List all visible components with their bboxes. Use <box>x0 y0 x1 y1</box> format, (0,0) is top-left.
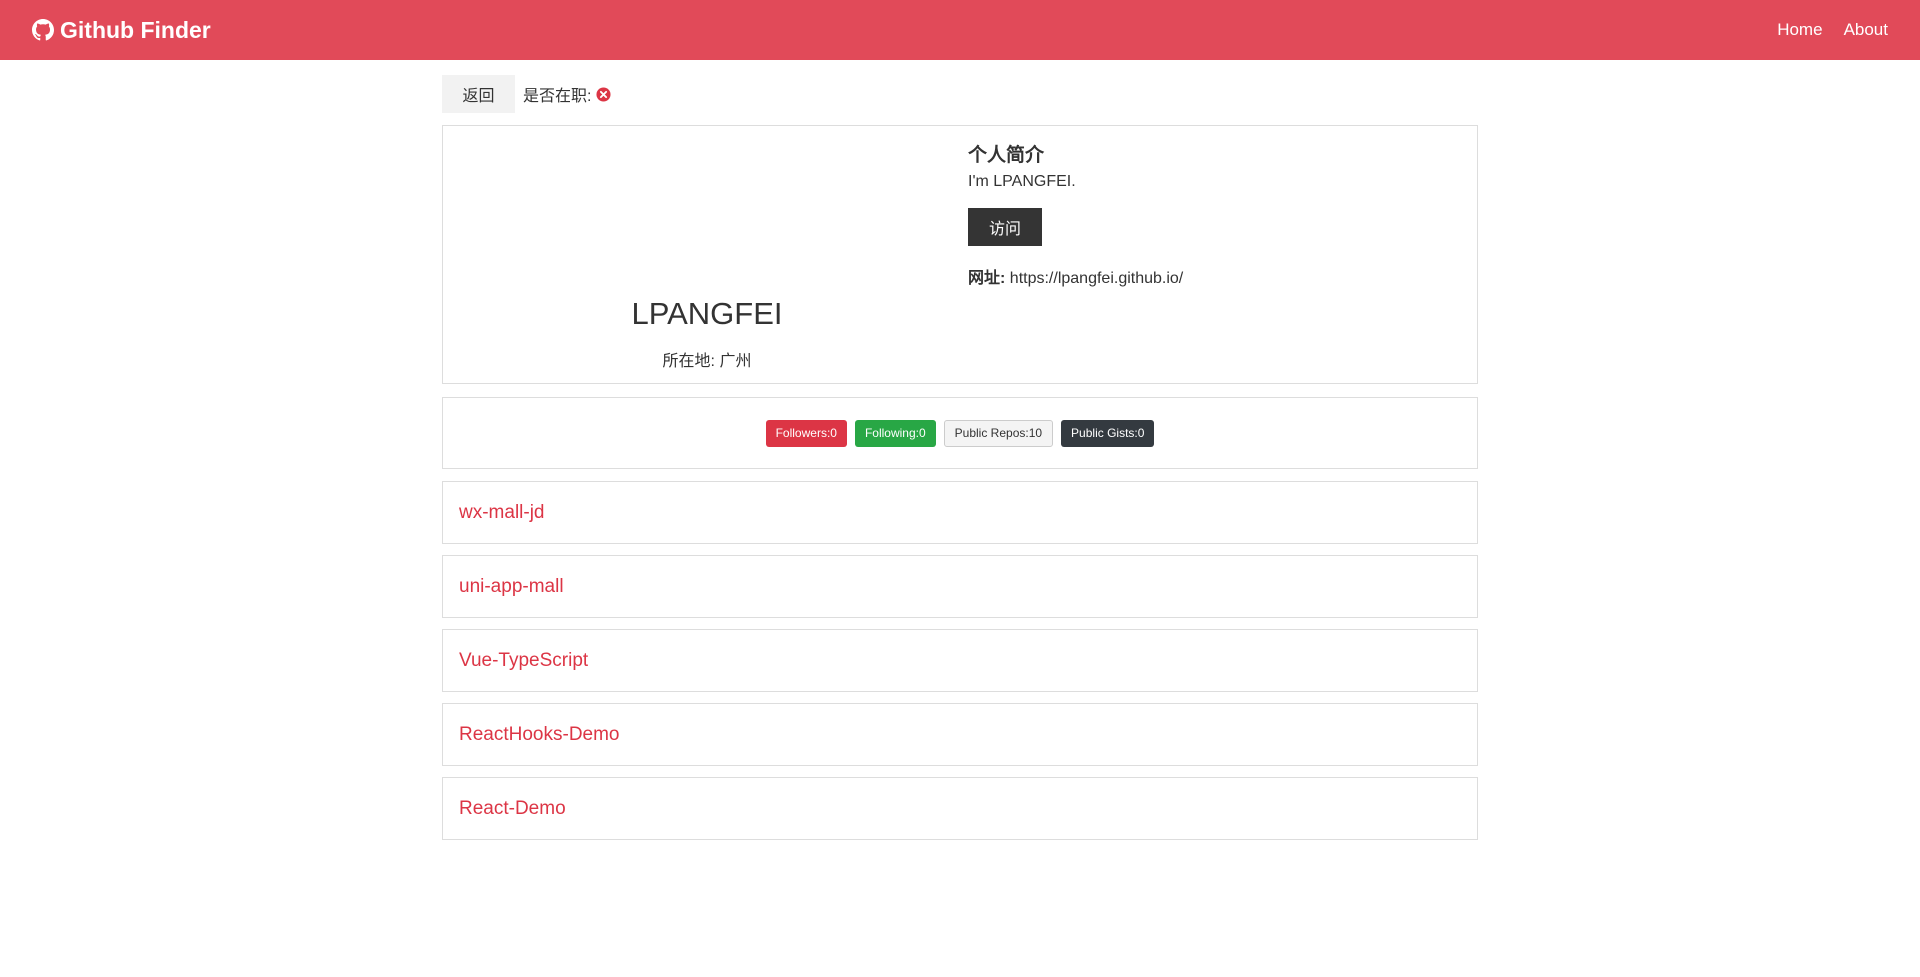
public-gists-badge: Public Gists:0 <box>1061 419 1155 447</box>
avatar <box>657 142 757 242</box>
nav-about-link[interactable]: About <box>1844 20 1888 40</box>
bio-title: 个人简介 <box>968 145 1045 166</box>
nav-home-link[interactable]: Home <box>1777 20 1822 40</box>
website-link[interactable]: https://lpangfei.github.io/ <box>1010 270 1183 287</box>
following-badge: Following:0 <box>854 419 936 447</box>
website-row: 网址: https://lpangfei.github.io/ <box>968 264 1183 288</box>
info-column: 个人简介 I'm LPANGFEI. 访问 网址: https://lpangf… <box>968 144 1183 288</box>
repo-card: uni-app-mall <box>442 555 1478 618</box>
repo-link[interactable]: Vue-TypeScript <box>459 650 588 672</box>
followers-badge: Followers:0 <box>765 419 847 447</box>
navbar: Github Finder Home About <box>0 0 1920 60</box>
website-label: 网址: <box>968 270 1006 287</box>
repo-link[interactable]: ReactHooks-Demo <box>459 724 620 746</box>
topbar: 返回 是否在职: <box>442 75 611 113</box>
hireable-label: 是否在职: <box>523 88 592 105</box>
github-icon <box>32 19 54 41</box>
brand-title: Github Finder <box>60 16 211 43</box>
nav-links: Home About <box>1756 20 1888 40</box>
x-circle-icon <box>596 86 611 102</box>
bio-text: I'm LPANGFEI. <box>968 173 1076 190</box>
user-location: 所在地: 广州 <box>662 353 752 370</box>
repo-link[interactable]: uni-app-mall <box>459 576 564 598</box>
repo-card: React-Demo <box>442 777 1478 840</box>
public-repos-badge: Public Repos:10 <box>943 419 1054 447</box>
profile-card: LPANGFEI 所在地: 广州 个人简介 I'm LPANGFEI. 访问 网… <box>442 125 1478 384</box>
avatar-column: LPANGFEI 所在地: 广州 <box>443 126 971 385</box>
brand-link[interactable]: Github Finder <box>32 17 211 44</box>
repo-link[interactable]: wx-mall-jd <box>459 502 545 524</box>
back-button[interactable]: 返回 <box>442 75 515 113</box>
hireable-status: 是否在职: <box>523 82 611 106</box>
stats-card: Followers:0 Following:0 Public Repos:10 … <box>442 397 1478 469</box>
repo-card: wx-mall-jd <box>442 481 1478 544</box>
user-name: LPANGFEI <box>631 296 783 331</box>
repo-card: Vue-TypeScript <box>442 629 1478 692</box>
visit-button[interactable]: 访问 <box>968 208 1042 246</box>
repo-link[interactable]: React-Demo <box>459 798 566 820</box>
repo-card: ReactHooks-Demo <box>442 703 1478 766</box>
